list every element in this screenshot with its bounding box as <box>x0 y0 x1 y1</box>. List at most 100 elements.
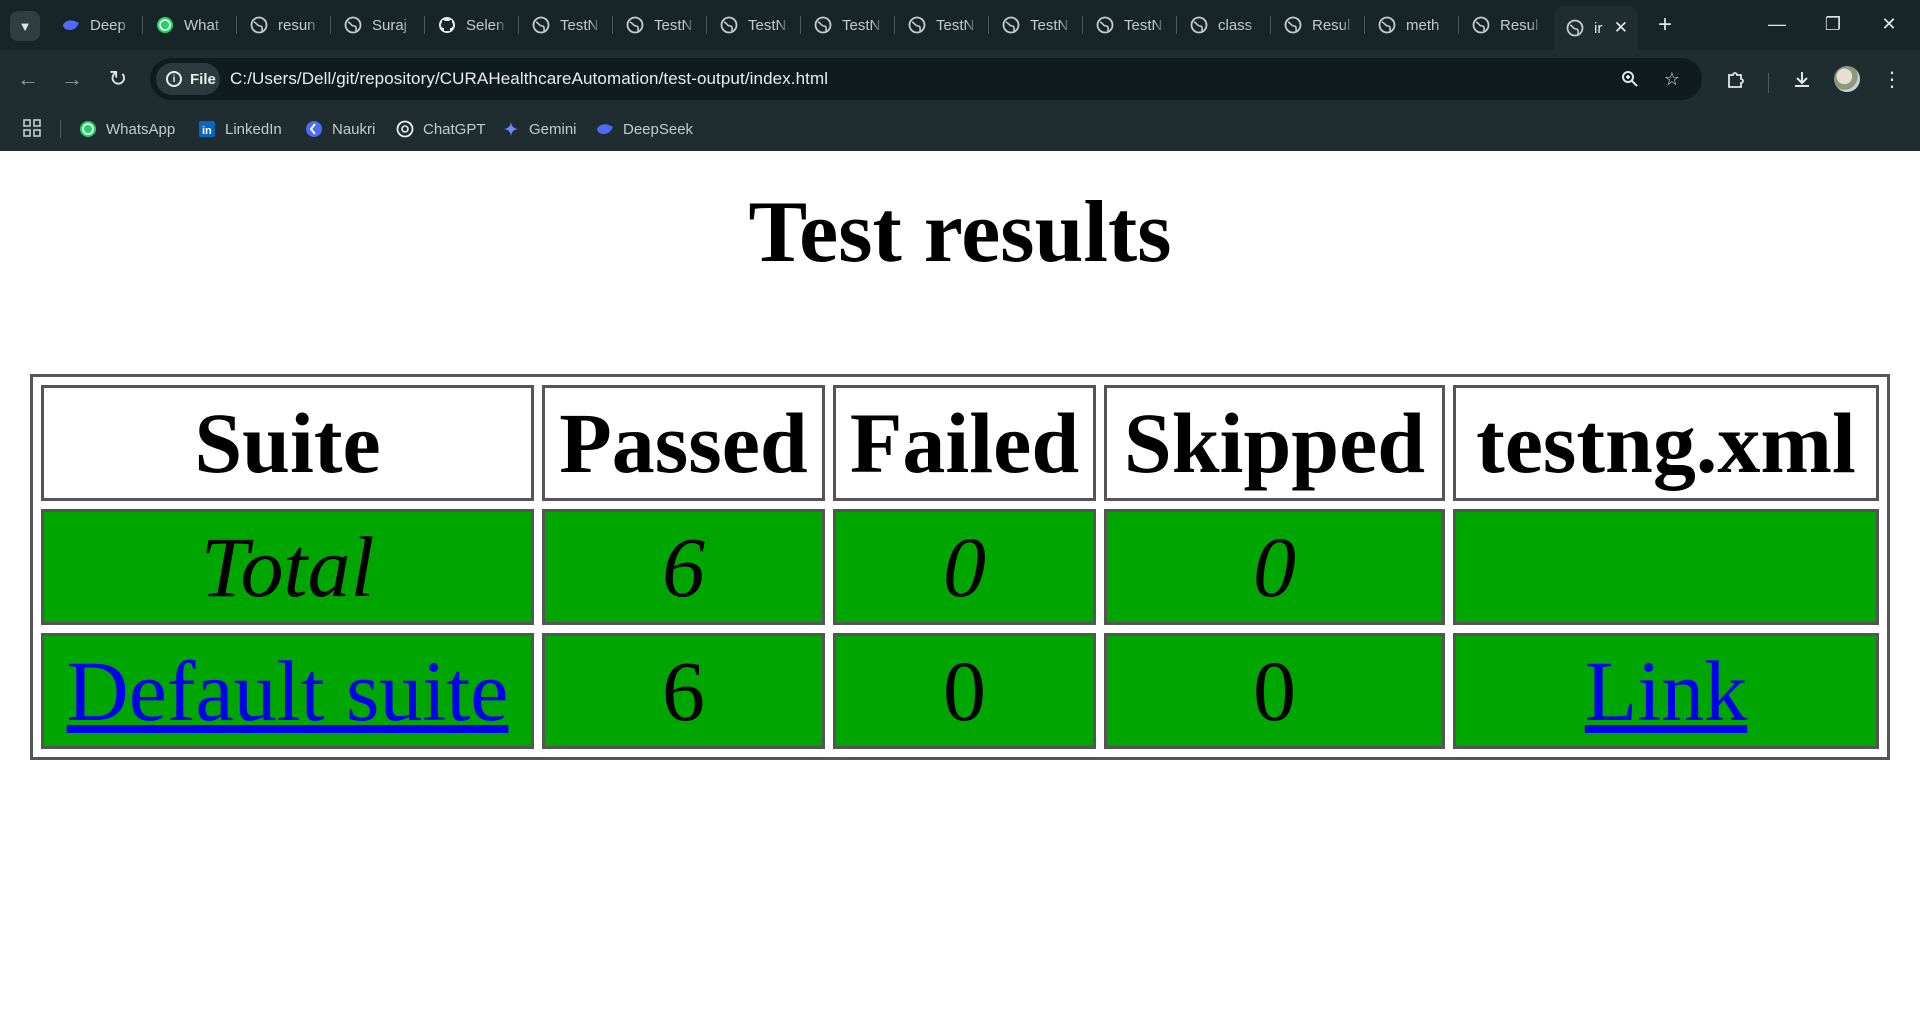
avatar[interactable] <box>1834 66 1860 92</box>
minimize-icon: — <box>1768 13 1786 34</box>
tab[interactable]: TestN <box>1084 8 1178 42</box>
tab-label: Deep <box>90 16 126 34</box>
tab[interactable]: resun <box>238 8 332 42</box>
bookmark-deepseek[interactable]: DeepSeek <box>596 118 693 140</box>
tab-divider <box>518 16 519 34</box>
bookmark-gemini[interactable]: Gemini <box>502 118 577 140</box>
tab-divider <box>1270 16 1271 34</box>
tab[interactable]: meth <box>1366 8 1460 42</box>
total-xml <box>1453 509 1879 625</box>
tab-label: What <box>184 16 220 34</box>
tab-divider <box>142 16 143 34</box>
tab-divider <box>1176 16 1177 34</box>
globe-icon <box>1284 16 1302 34</box>
apps-grid-icon[interactable] <box>20 116 44 140</box>
bookmark-label: DeepSeek <box>623 120 694 138</box>
close-icon[interactable]: ✕ <box>1614 18 1628 38</box>
header-testng-xml: testng.xml <box>1453 385 1879 501</box>
tab-label: meth <box>1406 16 1440 34</box>
whatsapp-icon <box>156 16 174 34</box>
bookmark-naukri[interactable]: Naukri <box>305 118 375 140</box>
download-icon[interactable] <box>1786 63 1818 95</box>
tab-divider <box>1458 16 1459 34</box>
tab[interactable]: class <box>1178 8 1272 42</box>
extensions-icon[interactable] <box>1720 63 1752 95</box>
header-suite: Suite <box>41 385 534 501</box>
tab-label: ir <box>1594 19 1603 37</box>
globe-icon <box>344 16 362 34</box>
globe-icon <box>1566 19 1584 37</box>
tab[interactable]: TestN <box>990 8 1084 42</box>
zoom-icon[interactable] <box>1618 67 1642 91</box>
tab-label: class <box>1218 16 1253 34</box>
close-window-button[interactable]: ✕ <box>1866 8 1912 40</box>
tab[interactable]: TestN <box>802 8 896 42</box>
tab[interactable]: Resul <box>1272 8 1366 42</box>
header-skipped: Skipped <box>1104 385 1445 501</box>
tab-divider <box>1082 16 1083 34</box>
whatsapp-icon <box>79 120 97 138</box>
github-icon <box>438 16 456 34</box>
header-failed: Failed <box>833 385 1096 501</box>
table-row-suite: Default suite 6 0 0 Link <box>41 633 1879 749</box>
globe-icon <box>250 16 268 34</box>
deepseek-icon <box>596 120 614 138</box>
tab-active[interactable]: ir ✕ <box>1554 6 1638 50</box>
tab-label: TestN <box>842 16 881 34</box>
globe-icon <box>532 16 550 34</box>
menu-icon[interactable]: ⋮ <box>1876 63 1908 95</box>
forward-button[interactable]: → <box>56 63 88 95</box>
plus-icon: + <box>1657 11 1672 38</box>
tab[interactable]: TestN <box>708 8 802 42</box>
bookmark-label: LinkedIn <box>225 120 282 138</box>
globe-icon <box>1096 16 1114 34</box>
suite-passed: 6 <box>542 633 825 749</box>
restore-button[interactable]: ❐ <box>1810 8 1856 40</box>
tab[interactable]: Suraj <box>332 8 426 42</box>
header-passed: Passed <box>542 385 825 501</box>
close-icon: ✕ <box>1881 13 1897 34</box>
tab-strip: ▼ Deep What resun Suraj Selen TestN Test… <box>0 0 1920 50</box>
tab[interactable]: Selen <box>426 8 520 42</box>
arrow-right-icon: → <box>61 66 83 91</box>
globe-icon <box>1190 16 1208 34</box>
tab-label: TestN <box>1030 16 1069 34</box>
suite-link[interactable]: Default suite <box>67 643 509 739</box>
site-info-chip[interactable]: i File <box>156 63 220 95</box>
testng-xml-link[interactable]: Link <box>1585 643 1747 739</box>
bookmarks-divider <box>60 120 61 138</box>
tab-search-button[interactable]: ▼ <box>10 11 40 41</box>
tab[interactable]: Deep <box>50 8 144 42</box>
back-button[interactable]: ← <box>12 63 44 95</box>
globe-icon <box>1002 16 1020 34</box>
bookmark-star-icon[interactable]: ☆ <box>1660 67 1684 91</box>
tab[interactable]: TestN <box>896 8 990 42</box>
tab[interactable]: TestN <box>614 8 708 42</box>
tab-divider <box>706 16 707 34</box>
page-content: Test results Suite Passed Failed Skipped… <box>0 151 1920 1020</box>
new-tab-button[interactable]: + <box>1650 10 1680 40</box>
toolbar: ← → ↻ i File C:/Users/Dell/git/repository… <box>0 50 1920 108</box>
site-chip-label: File <box>190 70 216 88</box>
bookmark-chatgpt[interactable]: ChatGPT <box>396 118 486 140</box>
reload-button[interactable]: ↻ <box>102 63 134 95</box>
tab-label: Resul <box>1312 16 1351 34</box>
address-bar[interactable]: i File C:/Users/Dell/git/repository/CURAH… <box>150 58 1702 100</box>
tab[interactable]: Resul <box>1460 8 1554 42</box>
globe-icon <box>1472 16 1490 34</box>
bookmark-label: Gemini <box>529 120 577 138</box>
deepseek-icon <box>62 16 80 34</box>
bookmark-linkedin[interactable]: in LinkedIn <box>198 118 282 140</box>
tab[interactable]: What <box>144 8 238 42</box>
globe-icon <box>1378 16 1396 34</box>
gemini-icon <box>502 120 520 138</box>
tab-divider <box>612 16 613 34</box>
bookmark-whatsapp[interactable]: WhatsApp <box>79 118 175 140</box>
tab-label: Resul <box>1500 16 1539 34</box>
bookmark-label: WhatsApp <box>106 120 176 138</box>
total-passed: 6 <box>542 509 825 625</box>
url-text[interactable]: C:/Users/Dell/git/repository/CURAHealthc… <box>230 69 828 89</box>
info-icon: i <box>166 71 182 87</box>
tab[interactable]: TestN <box>520 8 614 42</box>
minimize-button[interactable]: — <box>1754 8 1800 40</box>
